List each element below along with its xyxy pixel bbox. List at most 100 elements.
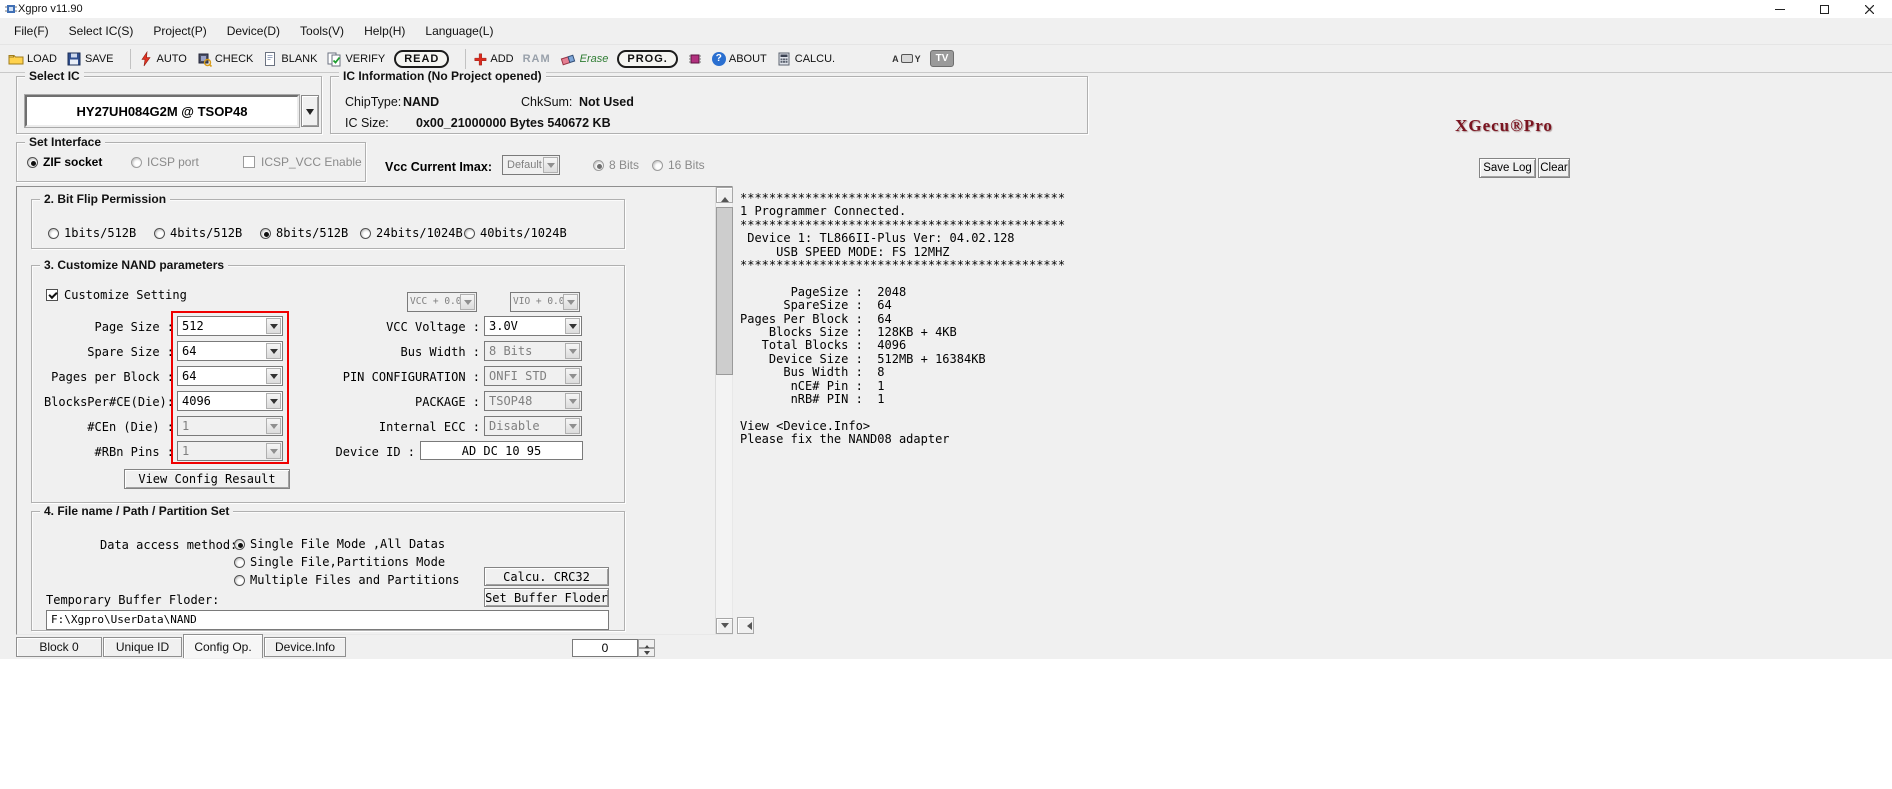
close-icon (1865, 4, 1874, 14)
menu-project[interactable]: Project(P) (143, 18, 216, 44)
app-window: Xgpro v11.90 File(F) Select IC(S) Projec… (0, 0, 1892, 789)
chevron-down-icon[interactable] (563, 294, 578, 310)
multiple-files-radio[interactable]: Multiple Files and Partitions (234, 573, 460, 587)
customize-setting-checkbox[interactable]: Customize Setting (46, 288, 187, 302)
save-log-button[interactable]: Save Log (1479, 158, 1536, 178)
spinner-value[interactable]: 0 (572, 639, 638, 657)
clear-log-button[interactable]: Clear (1538, 158, 1570, 178)
temp-buffer-label: Temporary Buffer Floder: (46, 593, 220, 607)
scrollbar-thumb[interactable] (716, 207, 733, 375)
tab-unique-id[interactable]: Unique ID (103, 637, 182, 657)
tab-block0[interactable]: Block 0 (16, 637, 102, 657)
load-button[interactable]: LOAD (8, 51, 57, 67)
icsp-vcc-checkbox[interactable]: ICSP_VCC Enable (243, 155, 362, 169)
menu-file[interactable]: File(F) (4, 18, 59, 44)
menu-tools[interactable]: Tools(V) (290, 18, 354, 44)
blank-check-button[interactable]: BLANK (262, 51, 317, 67)
chevron-down-icon[interactable] (543, 157, 558, 173)
log-scroll-left-icon[interactable] (737, 617, 754, 634)
selected-ic-display[interactable]: HY27UH084G2M @ TSOP48 (24, 94, 300, 128)
bitflip-40bits-radio[interactable]: 40bits/1024B (464, 226, 567, 240)
panel-scrollbar[interactable] (715, 187, 733, 634)
vcc-offset-combo[interactable]: VCC + 0.0V (407, 292, 477, 312)
chevron-down-icon[interactable] (565, 343, 580, 359)
save-button[interactable]: SAVE (66, 51, 114, 67)
menu-help[interactable]: Help(H) (354, 18, 415, 44)
spare-size-combo[interactable]: 64 (177, 341, 283, 361)
menu-device[interactable]: Device(D) (217, 18, 290, 44)
nand-params-group: 3. Customize NAND parameters Customize S… (31, 258, 625, 503)
block-number-spinner[interactable]: 0 (572, 639, 655, 657)
chevron-down-icon[interactable] (266, 393, 281, 409)
chevron-down-icon[interactable] (460, 294, 475, 310)
set-buffer-folder-button[interactable]: Set Buffer Floder (484, 588, 609, 607)
calcu-label: CALCU. (794, 52, 836, 65)
calcu-crc32-button[interactable]: Calcu. CRC32 (484, 567, 609, 586)
prog-button[interactable]: PROG. (617, 49, 678, 68)
chevron-down-icon[interactable] (266, 343, 281, 359)
page-size-combo[interactable]: 512 (177, 316, 283, 336)
menu-language[interactable]: Language(L) (415, 18, 503, 44)
chevron-down-icon[interactable] (266, 318, 281, 334)
cen-die-label: #CEn (Die) : (87, 420, 174, 434)
temp-buffer-path-field[interactable]: F:\Xgpro\UserData\NAND (46, 610, 609, 630)
maximize-button[interactable] (1802, 0, 1847, 18)
bus-width-combo[interactable]: 8 Bits (484, 341, 582, 361)
chip-serial-button[interactable] (687, 51, 703, 67)
tab-device-info[interactable]: Device.Info (264, 637, 346, 657)
ic-dropdown-button[interactable] (301, 95, 319, 127)
zif-socket-radio[interactable]: ZIF socket (27, 155, 102, 169)
pin-detect-button[interactable]: A Y (892, 54, 921, 64)
bitflip-8bits-radio[interactable]: 8bits/512B (260, 226, 348, 240)
bits16-radio[interactable]: 16 Bits (652, 158, 705, 172)
close-button[interactable] (1847, 0, 1892, 18)
spinner-arrows[interactable] (638, 639, 655, 657)
pages-per-block-combo[interactable]: 64 (177, 366, 283, 386)
about-button[interactable]: ? ABOUT (711, 51, 767, 66)
chevron-down-icon[interactable] (565, 418, 580, 434)
icsp-port-radio[interactable]: ICSP port (131, 155, 199, 169)
set-interface-group: Set Interface ZIF socket ICSP port ICSP_… (16, 135, 366, 182)
vcc-imax-combo[interactable]: Default (502, 155, 560, 175)
tv-button[interactable]: TV (929, 50, 955, 67)
internal-ecc-combo[interactable]: Disable (484, 416, 582, 436)
spin-down-icon[interactable] (638, 648, 655, 657)
single-file-partitions-radio[interactable]: Single File,Partitions Mode (234, 555, 445, 569)
ram-button[interactable]: RAM (523, 53, 551, 65)
vcc-voltage-combo[interactable]: 3.0V (484, 316, 582, 336)
single-file-mode-radio[interactable]: Single File Mode ,All Datas (234, 537, 445, 551)
internal-ecc-label: Internal ECC : (378, 420, 480, 434)
id-check-button[interactable]: CHECK (196, 51, 253, 67)
device-id-field[interactable]: AD DC 10 95 (420, 441, 583, 460)
add-button[interactable]: ADD (473, 52, 514, 66)
bitflip-group-label: 2. Bit Flip Permission (40, 192, 171, 206)
chevron-down-icon[interactable] (565, 368, 580, 384)
select-ic-group-label: Select IC (25, 69, 84, 83)
menu-select-ic[interactable]: Select IC(S) (59, 18, 144, 44)
vio-offset-combo[interactable]: VIO + 0.0V (510, 292, 580, 312)
chevron-down-icon[interactable] (565, 393, 580, 409)
chevron-down-icon[interactable] (565, 318, 580, 334)
cen-die-combo[interactable]: 1 (177, 416, 283, 436)
spin-up-icon[interactable] (638, 639, 655, 649)
auto-button[interactable]: AUTO (138, 50, 187, 67)
pin-configuration-combo[interactable]: ONFI STD (484, 366, 582, 386)
bitflip-24bits-radio[interactable]: 24bits/1024B (360, 226, 463, 240)
blocks-per-ce-combo[interactable]: 4096 (177, 391, 283, 411)
chevron-down-icon[interactable] (266, 368, 281, 384)
chevron-down-icon[interactable] (266, 418, 281, 434)
bits8-radio[interactable]: 8 Bits (593, 158, 639, 172)
view-config-button[interactable]: View Config Resault (124, 469, 290, 489)
erase-button[interactable]: Erase (560, 51, 608, 67)
read-button[interactable]: READ (394, 49, 450, 68)
scroll-up-icon[interactable] (716, 187, 733, 203)
package-combo[interactable]: TSOP48 (484, 391, 582, 411)
tab-config-op[interactable]: Config Op. (183, 634, 263, 658)
minimize-button[interactable] (1757, 0, 1802, 18)
bitflip-4bits-radio[interactable]: 4bits/512B (154, 226, 242, 240)
verify-button[interactable]: VERIFY (326, 51, 385, 67)
calcu-button[interactable]: CALCU. (776, 51, 835, 67)
scroll-down-icon[interactable] (716, 618, 733, 634)
bitflip-1bits-radio[interactable]: 1bits/512B (48, 226, 136, 240)
radio-icon (360, 227, 371, 239)
